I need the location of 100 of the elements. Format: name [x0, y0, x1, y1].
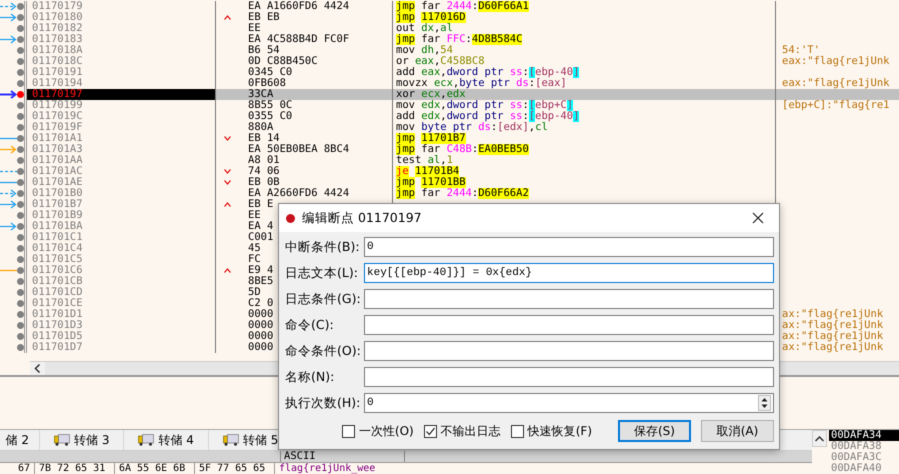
bytes-cell: EA 4 [248, 221, 274, 232]
bytes-cell: 0000 [248, 342, 274, 353]
checkbox-label: 不输出日志 [440, 422, 501, 440]
bytes-cell: 8B55 0C [248, 100, 292, 111]
checkbox[interactable] [342, 424, 355, 438]
dot-icon[interactable] [17, 278, 24, 285]
address-cell-text: 011701D3 [31, 320, 84, 331]
checkbox[interactable] [424, 424, 437, 438]
bytes-cell: A8 01 [248, 155, 280, 166]
field-label: 执行次数(H): [285, 394, 362, 412]
number-field[interactable]: 0 [364, 393, 774, 413]
comment-text: ax:"flag{re1jUnk [782, 342, 884, 353]
bytes-cell: B6 54 [248, 45, 280, 56]
address-cell-text: 01170180 [31, 12, 84, 23]
field-label: 中断条件(B): [285, 238, 361, 256]
address-cell-text: 01170199 [31, 100, 84, 111]
field-label: 日志条件(G): [285, 290, 362, 308]
address-cell-text: 01170191 [31, 67, 84, 78]
input-field[interactable] [364, 289, 774, 309]
hex-cell: 67 [0, 463, 35, 474]
spin-arrows-icon[interactable] [758, 395, 771, 411]
dot-icon[interactable] [17, 146, 24, 153]
dot-icon[interactable] [17, 234, 24, 241]
checkbox[interactable] [510, 424, 524, 438]
hex-cell: 5F 77 65 65 [195, 463, 275, 474]
address-cell-text: 0117019C [31, 111, 84, 122]
dot-icon[interactable] [17, 300, 24, 307]
dot-icon[interactable] [17, 47, 24, 54]
chevron-left-icon[interactable] [34, 364, 41, 373]
dot-icon[interactable] [17, 3, 24, 10]
dot-icon[interactable] [17, 223, 24, 230]
dot-icon[interactable] [17, 113, 24, 120]
breakpoint-icon[interactable] [17, 91, 24, 98]
comment-text: eax:"flag{re1jUnk [782, 78, 890, 89]
dot-icon[interactable] [17, 245, 24, 252]
scroll-up-button[interactable] [812, 430, 827, 447]
bytes-cell: 0000 [248, 320, 274, 331]
dot-icon[interactable] [17, 190, 24, 197]
address-cell-text: 01170183 [31, 34, 84, 45]
bytes-cell: E9 4 [248, 265, 274, 276]
dialog-button[interactable]: 取消(A) [701, 420, 774, 442]
instruction-text: jmp far 2444:D60F66A1 [396, 1, 529, 12]
bytes-cell: 74 06 [248, 166, 280, 177]
address-cell-text: 011701AA [31, 155, 84, 166]
dot-icon[interactable] [17, 14, 24, 21]
dot-icon[interactable] [17, 168, 24, 175]
input-field[interactable] [364, 315, 774, 335]
stack-address: 00DAFA38 [830, 441, 883, 452]
dot-icon[interactable] [17, 58, 24, 65]
dot-icon[interactable] [17, 256, 24, 263]
dot-icon[interactable] [17, 333, 24, 340]
dot-icon[interactable] [17, 344, 24, 351]
input-field[interactable]: 0 [364, 237, 774, 257]
bytes-cell: 880A [248, 122, 274, 133]
bytes-cell: EB EB [248, 12, 280, 23]
dot-icon[interactable] [17, 135, 24, 142]
field-label: 命令(C): [285, 316, 335, 334]
dot-icon[interactable] [17, 289, 24, 296]
instruction-text: or eax,C458BC8 [396, 56, 485, 67]
dot-icon[interactable] [17, 201, 24, 208]
chevron-up-icon[interactable] [815, 436, 824, 442]
dot-icon[interactable] [17, 311, 24, 318]
bytes-cell: EB 0B [248, 177, 280, 188]
scroll-left-button[interactable] [30, 362, 45, 375]
dot-icon[interactable] [17, 157, 24, 164]
comment-text: [ebp+C]:"flag{re1 [782, 100, 890, 111]
dot-icon[interactable] [17, 25, 24, 32]
bytes-cell: EA A2660FD6 4424 [248, 188, 350, 199]
address-cell-text: 011701CE [31, 298, 84, 309]
dot-icon[interactable] [17, 267, 24, 274]
dot-icon[interactable] [17, 80, 24, 87]
bytes-cell: EA A1660FD6 4424 [248, 1, 350, 12]
bytes-cell: 0345 C0 [248, 67, 292, 78]
dot-icon[interactable] [17, 36, 24, 43]
hex-cell: 6A 55 6E 6B [115, 463, 195, 474]
bytes-cell: EA 50EB0BEA 8BC4 [248, 144, 350, 155]
dot-icon[interactable] [17, 124, 24, 131]
input-field[interactable] [364, 341, 774, 361]
dot-icon[interactable] [17, 212, 24, 219]
address-cell-text: 011701CB [31, 276, 84, 287]
instruction-text: jmp far 2444:D60F66A2 [396, 188, 529, 199]
address-cell-text: 011701B7 [31, 199, 84, 210]
input-field[interactable]: key[{[ebp-40]}] = 0x{edx} [364, 263, 774, 283]
input-field[interactable] [364, 367, 774, 387]
instruction-text: mov dh,54 [396, 45, 453, 56]
address-cell-text: 011701D1 [31, 309, 84, 320]
dot-icon[interactable] [17, 102, 24, 109]
address-cell-text: 011701C4 [31, 243, 84, 254]
dialog-button[interactable]: 保存(S) [618, 420, 691, 442]
address-cell-text: 011701D7 [31, 342, 84, 353]
dot-icon[interactable] [17, 322, 24, 329]
bytes-cell: 45 [248, 243, 261, 254]
instruction-text: je 11701B4 [396, 166, 460, 177]
bytes-cell: EE [248, 23, 261, 34]
instruction-text: add eax,dword ptr ss:[ebp-40] [396, 67, 580, 78]
dot-icon[interactable] [17, 179, 24, 186]
close-icon[interactable] [752, 212, 764, 224]
bytes-cell: 33CA [248, 89, 274, 100]
dot-icon[interactable] [17, 69, 24, 76]
checkbox-label: 快速恢复(F) [528, 422, 592, 440]
